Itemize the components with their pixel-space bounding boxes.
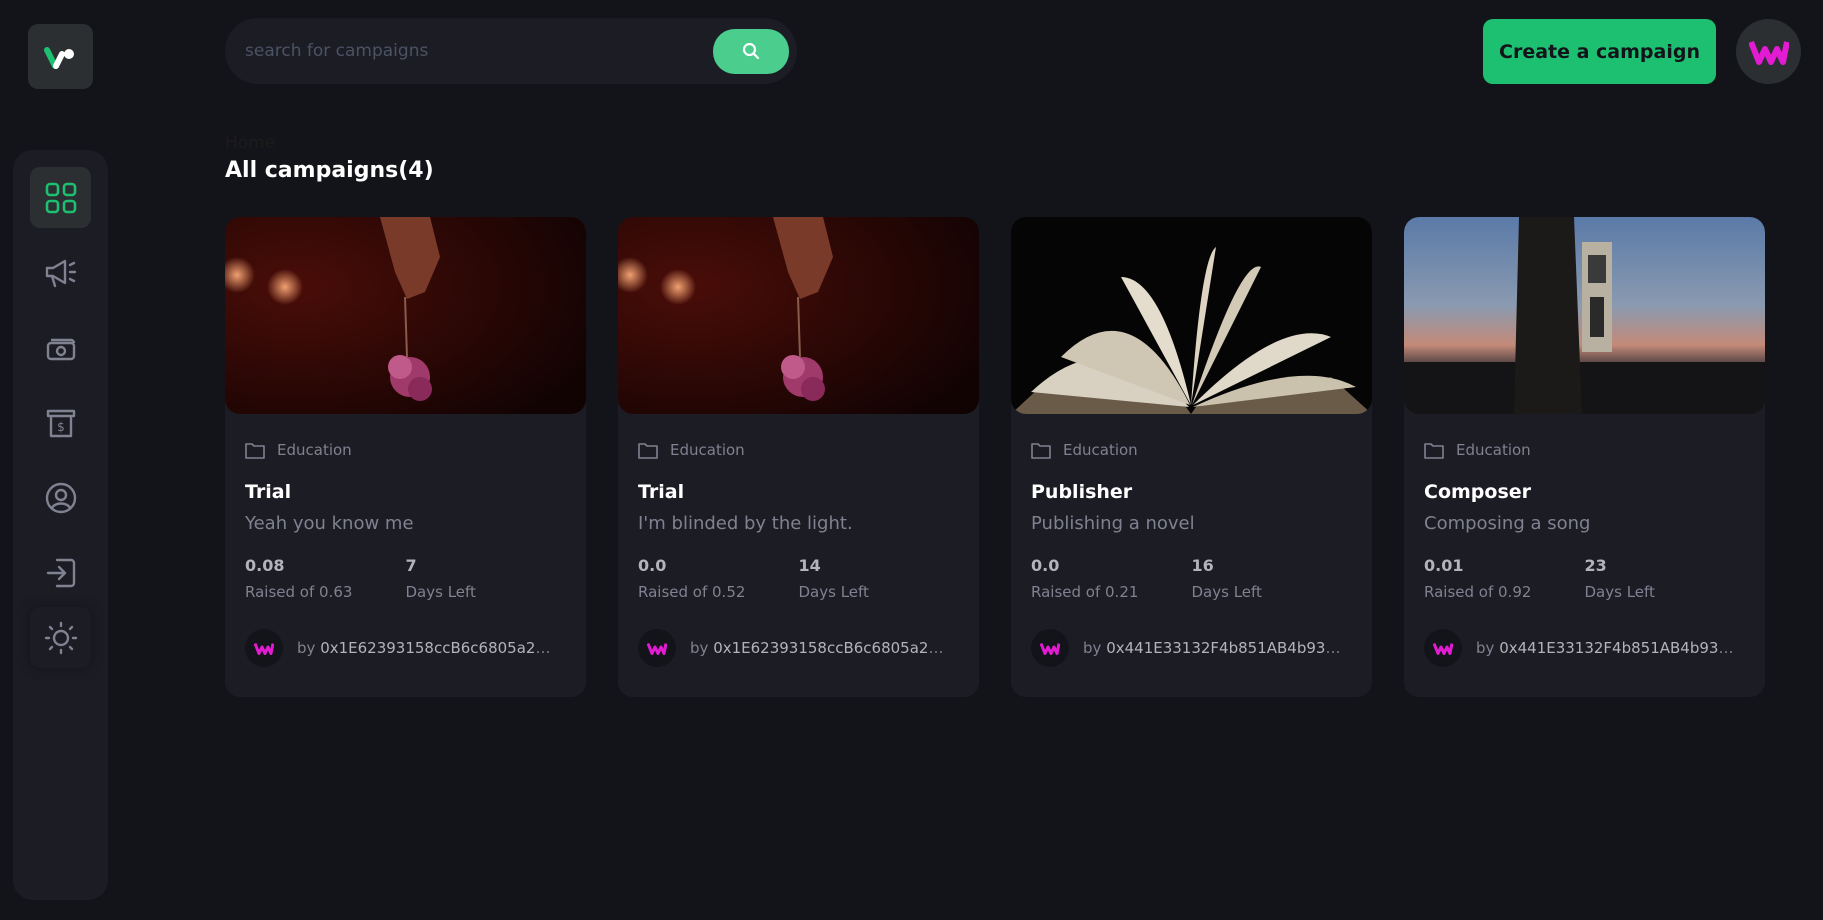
megaphone-icon xyxy=(45,259,76,287)
owner-avatar xyxy=(245,629,283,667)
campaign-owner: by 0x1E62393158ccB6c6805a203F0... xyxy=(690,639,950,657)
owner-prefix: by xyxy=(1476,639,1495,657)
campaign-title: Composer xyxy=(1424,481,1532,503)
days-left-label: Days Left xyxy=(405,583,476,601)
avatar-icon xyxy=(1748,40,1789,65)
campaign-title: Publisher xyxy=(1031,481,1133,503)
sidebar-item-payment[interactable] xyxy=(30,317,91,378)
owner-address: 0x441E33132F4b851AB4b937376E... xyxy=(1499,639,1736,657)
owner-prefix: by xyxy=(297,639,316,657)
campaign-category: Education xyxy=(1456,441,1531,459)
folder-icon xyxy=(245,442,265,459)
campaign-image xyxy=(225,217,586,414)
sun-icon xyxy=(44,621,77,654)
sidebar-item-dashboard[interactable] xyxy=(30,167,91,228)
sidebar: $ xyxy=(13,150,108,900)
days-left-value: 14 xyxy=(798,556,821,575)
campaign-image xyxy=(1404,217,1765,414)
theme-toggle[interactable] xyxy=(30,607,91,668)
brand-logo-icon xyxy=(43,46,74,69)
owner-prefix: by xyxy=(690,639,709,657)
grid-icon xyxy=(45,182,76,213)
owner-address: 0x1E62393158ccB6c6805a203F0... xyxy=(320,639,557,657)
days-left-value: 7 xyxy=(405,556,417,575)
owner-address: 0x1E62393158ccB6c6805a203F0... xyxy=(713,639,950,657)
raised-amount: 0.08 xyxy=(245,556,285,575)
owner-avatar xyxy=(1424,629,1462,667)
search-icon xyxy=(742,42,760,60)
avatar-icon xyxy=(647,642,667,655)
raised-target: Raised of 0.52 xyxy=(638,583,746,601)
receipt-dollar-icon: $ xyxy=(46,409,75,437)
days-left-value: 16 xyxy=(1191,556,1214,575)
raised-amount: 0.0 xyxy=(1031,556,1060,575)
campaign-description: Publishing a novel xyxy=(1031,513,1195,534)
campaign-card[interactable]: Education Trial I'm blinded by the light… xyxy=(618,217,979,697)
search-button[interactable] xyxy=(713,28,789,74)
search-input[interactable] xyxy=(245,41,713,61)
sidebar-item-logout[interactable] xyxy=(30,542,91,603)
folder-icon xyxy=(1424,442,1444,459)
raised-target: Raised of 0.21 xyxy=(1031,583,1139,601)
campaign-image xyxy=(618,217,979,414)
days-left-value: 23 xyxy=(1584,556,1607,575)
user-circle-icon xyxy=(45,482,76,513)
campaign-description: I'm blinded by the light. xyxy=(638,513,853,534)
breadcrumb[interactable]: Home xyxy=(225,133,275,153)
raised-target: Raised of 0.92 xyxy=(1424,583,1532,601)
raised-target: Raised of 0.63 xyxy=(245,583,353,601)
days-left-label: Days Left xyxy=(1191,583,1262,601)
sidebar-item-profile[interactable] xyxy=(30,467,91,528)
days-left-label: Days Left xyxy=(1584,583,1655,601)
campaign-card[interactable]: Education Trial Yeah you know me 0.08 Rai… xyxy=(225,217,586,697)
sidebar-item-campaign[interactable] xyxy=(30,242,91,303)
money-icon xyxy=(46,338,75,360)
raised-amount: 0.0 xyxy=(638,556,667,575)
avatar-icon xyxy=(1040,642,1060,655)
campaign-category: Education xyxy=(1063,441,1138,459)
campaign-owner: by 0x1E62393158ccB6c6805a203F0... xyxy=(297,639,557,657)
campaign-category: Education xyxy=(670,441,745,459)
campaign-list: Education Trial Yeah you know me 0.08 Rai… xyxy=(225,217,1765,697)
owner-avatar xyxy=(638,629,676,667)
app-logo[interactable] xyxy=(28,24,93,89)
create-campaign-button[interactable]: Create a campaign xyxy=(1483,19,1716,84)
avatar-icon xyxy=(254,642,274,655)
campaign-card[interactable]: Education Publisher Publishing a novel 0… xyxy=(1011,217,1372,697)
sidebar-item-withdraw[interactable]: $ xyxy=(30,392,91,453)
days-left-label: Days Left xyxy=(798,583,869,601)
campaign-description: Composing a song xyxy=(1424,513,1591,534)
owner-address: 0x441E33132F4b851AB4b937376E... xyxy=(1106,639,1343,657)
avatar-icon xyxy=(1433,642,1453,655)
logout-icon xyxy=(46,558,75,587)
campaign-description: Yeah you know me xyxy=(245,513,414,534)
campaign-owner: by 0x441E33132F4b851AB4b937376E... xyxy=(1083,639,1343,657)
profile-button[interactable] xyxy=(1736,19,1801,84)
svg-text:$: $ xyxy=(57,420,65,434)
campaign-card[interactable]: Education Composer Composing a song 0.01… xyxy=(1404,217,1765,697)
folder-icon xyxy=(1031,442,1051,459)
campaign-category: Education xyxy=(277,441,352,459)
owner-avatar xyxy=(1031,629,1069,667)
campaign-title: Trial xyxy=(245,481,292,503)
raised-amount: 0.01 xyxy=(1424,556,1464,575)
search-bar xyxy=(225,18,797,84)
campaign-owner: by 0x441E33132F4b851AB4b937376E... xyxy=(1476,639,1736,657)
folder-icon xyxy=(638,442,658,459)
owner-prefix: by xyxy=(1083,639,1102,657)
campaign-image xyxy=(1011,217,1372,414)
page-title: All campaigns(4) xyxy=(225,158,434,183)
campaign-title: Trial xyxy=(638,481,685,503)
